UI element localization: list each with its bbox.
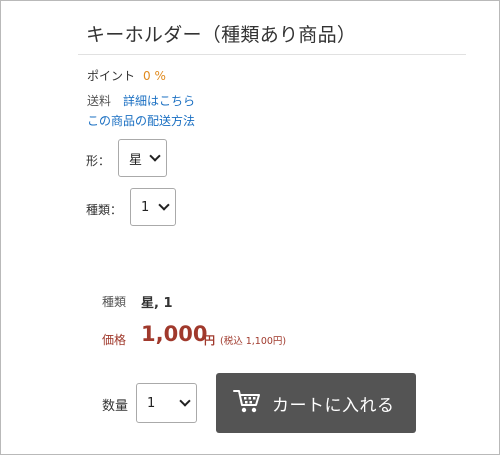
price-tax-note: (税込 1,100円) — [220, 336, 287, 347]
shipping-details-link[interactable]: 詳細はこちら — [123, 94, 195, 108]
quantity-select-value: 1 — [147, 395, 156, 411]
product-title: キーホルダー（種類あり商品） — [86, 24, 357, 46]
shape-select-value: 星 — [129, 152, 143, 168]
points-value: 0 % — [143, 69, 166, 83]
cart-icon — [232, 387, 262, 419]
shape-select[interactable]: 星 — [118, 139, 167, 177]
shipping-row: 送料 詳細はこちら — [87, 92, 195, 109]
price-unit: 円 — [204, 334, 215, 347]
add-to-cart-label: カートに入れる — [272, 395, 395, 416]
chevron-down-icon — [149, 150, 161, 162]
price-label: 価格 — [102, 333, 127, 347]
summary-type-value: 星, 1 — [141, 296, 173, 311]
type-select[interactable]: 1 — [130, 188, 176, 226]
delivery-method-link[interactable]: この商品の配送方法 — [87, 112, 195, 129]
title-divider — [78, 54, 466, 55]
quantity-select[interactable]: 1 — [136, 383, 197, 423]
shape-label: 形： — [86, 154, 111, 168]
points-row: ポイント 0 % — [87, 67, 166, 84]
type-label: 種類： — [86, 203, 123, 217]
price-value: 1,000 — [141, 322, 208, 346]
shipping-label: 送料 — [87, 94, 112, 108]
chevron-down-icon — [158, 199, 170, 211]
summary-type-label: 種類 — [102, 295, 127, 309]
chevron-down-icon — [179, 395, 191, 407]
quantity-label: 数量 — [102, 399, 129, 414]
points-label: ポイント — [87, 69, 136, 83]
type-select-value: 1 — [141, 199, 150, 215]
add-to-cart-button[interactable]: カートに入れる — [216, 373, 416, 433]
